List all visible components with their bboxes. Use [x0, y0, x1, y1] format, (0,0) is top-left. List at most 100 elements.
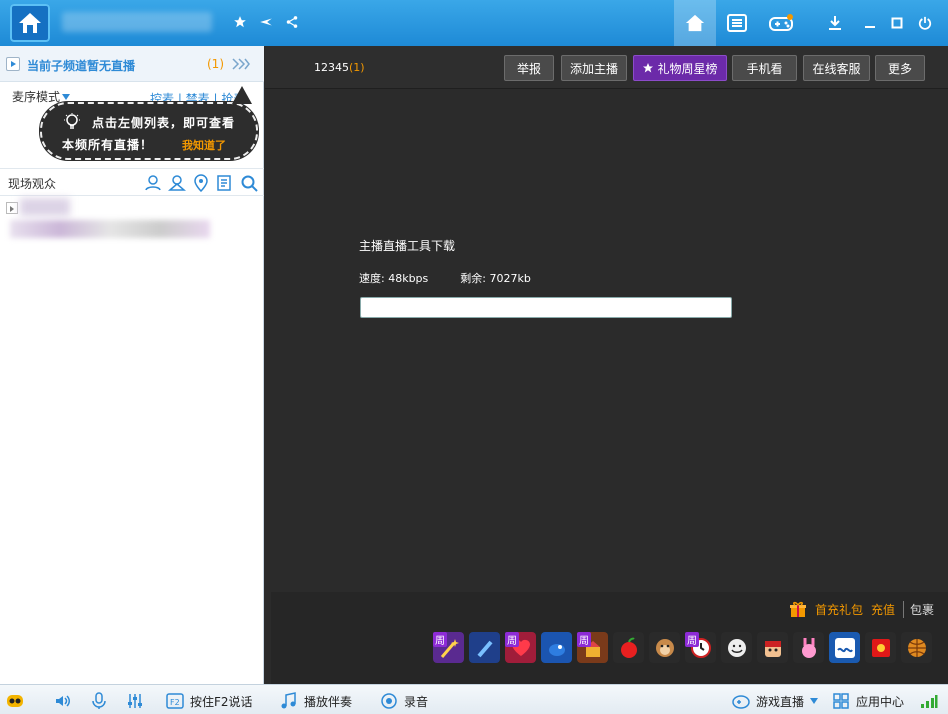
audience-list-item[interactable] — [0, 198, 264, 242]
avatar-mask-icon[interactable] — [6, 691, 24, 711]
first-recharge-link[interactable]: 首充礼包 — [815, 601, 863, 618]
audience-label: 现场观众 — [8, 177, 57, 191]
subchannel-bar[interactable]: 当前子频道暂无直播 (1) — [0, 46, 264, 82]
app-center-label: 应用中心 — [856, 694, 905, 709]
minimize-icon[interactable] — [860, 13, 880, 33]
nav-list-tab[interactable] — [716, 0, 758, 46]
record-label: 录音 — [404, 694, 429, 709]
lightbulb-icon — [64, 113, 80, 129]
speaker-icon[interactable] — [54, 691, 72, 711]
channel-title-blurred — [62, 12, 212, 32]
equalizer-icon[interactable] — [126, 691, 144, 711]
user-icon[interactable] — [144, 174, 162, 192]
maximize-icon[interactable] — [887, 13, 907, 33]
download-speed: 速度: 48kbps — [359, 272, 429, 285]
report-button[interactable]: 举报 — [504, 55, 554, 81]
gift-face-icon[interactable] — [721, 632, 752, 663]
note-list-icon[interactable] — [216, 174, 234, 192]
package-link[interactable]: 包裹 — [902, 600, 934, 618]
download-title: 主播直播工具下载 — [359, 239, 456, 253]
gift-rabbit-icon[interactable] — [793, 632, 824, 663]
chevron-down-icon[interactable] — [62, 94, 70, 100]
room-id: 12345(1) — [314, 61, 365, 74]
play-accompaniment-button[interactable]: 播放伴奏 — [280, 691, 352, 711]
push-to-talk-button[interactable]: F2 按住F2说话 — [166, 691, 253, 711]
record-button[interactable]: 录音 — [380, 691, 428, 711]
gift-wave-icon[interactable] — [829, 632, 860, 663]
tip-bubble: 点击左侧列表，即可查看 本频所有直播！ 我知道了 — [40, 86, 258, 160]
gift-pirate-icon[interactable] — [757, 632, 788, 663]
subchannel-status: 当前子频道暂无直播 — [27, 59, 136, 73]
subchannel-count: (1) — [207, 57, 224, 71]
gift-icons-row: 周 周 周 周 — [433, 632, 932, 663]
tip-text-line1: 点击左侧列表，即可查看 — [92, 116, 236, 130]
play-accompaniment-label: 播放伴奏 — [304, 694, 353, 709]
bottom-toolbar: F2 按住F2说话 播放伴奏 录音 游戏直播 应用中心 — [0, 684, 948, 714]
gift-links: 首充礼包 充值 包裹 — [789, 600, 934, 618]
download-remaining: 剩余: 7027kb — [460, 272, 531, 285]
title-bar — [0, 0, 948, 46]
tip-text-line2: 本频所有直播！ — [62, 138, 154, 152]
blurred-username — [20, 198, 70, 216]
location-icon[interactable] — [192, 174, 210, 192]
gift-rank-label: 礼物周星榜 — [657, 61, 718, 76]
gift-apple-icon[interactable] — [613, 632, 644, 663]
recharge-link[interactable]: 充值 — [871, 601, 895, 618]
plane-icon[interactable] — [256, 12, 276, 32]
app-center-button[interactable]: 应用中心 — [832, 691, 904, 711]
mobile-watch-button[interactable]: 手机看 — [732, 55, 797, 81]
yy-client-window: 当前子频道暂无直播 (1) 麦序模式 控麦 | 禁麦 | 抢麦 点击左侧列表，即… — [0, 0, 948, 714]
gift-ball-icon[interactable] — [901, 632, 932, 663]
gift-heart-icon[interactable]: 周 — [505, 632, 536, 663]
audience-header: 现场观众 — [0, 168, 264, 196]
record-icon — [381, 693, 397, 709]
game-live-label: 游戏直播 — [756, 694, 805, 709]
gift-magic-wand-icon[interactable]: 周 — [433, 632, 464, 663]
star-icon[interactable] — [230, 12, 250, 32]
game-controller-icon — [732, 695, 750, 709]
add-host-button[interactable]: 添加主播 — [561, 55, 627, 81]
more-button[interactable]: 更多 — [875, 55, 925, 81]
gift-castle-icon[interactable]: 周 — [577, 632, 608, 663]
tip-dismiss-link[interactable]: 我知道了 — [182, 137, 226, 153]
power-icon[interactable] — [915, 13, 935, 33]
share-icon[interactable] — [282, 12, 302, 32]
signal-strength-icon — [920, 691, 938, 711]
game-live-dropdown[interactable]: 游戏直播 — [732, 691, 819, 711]
room-online-count: (1) — [349, 61, 365, 74]
svg-text:F2: F2 — [170, 698, 180, 707]
f2-key-icon: F2 — [166, 693, 184, 709]
gift-redpacket-icon[interactable] — [865, 632, 896, 663]
list-icon — [727, 14, 747, 32]
download-progress-bar — [360, 297, 732, 318]
room-toolbar: 12345(1) 举报 添加主播 礼物周星榜 手机看 在线客服 更多 — [265, 46, 948, 89]
chevron-down-icon — [810, 698, 819, 704]
microphone-icon[interactable] — [90, 691, 108, 711]
expand-double-chevron-icon[interactable] — [232, 58, 250, 70]
gift-box-icon — [789, 601, 806, 617]
blurred-user-details — [10, 220, 210, 238]
main-stage: 12345(1) 举报 添加主播 礼物周星榜 手机看 在线客服 更多 主播直播工… — [265, 46, 948, 684]
download-icon[interactable] — [825, 13, 845, 33]
online-service-button[interactable]: 在线客服 — [803, 55, 870, 81]
push-to-talk-label: 按住F2说话 — [190, 694, 253, 709]
play-icon[interactable] — [6, 57, 20, 71]
grid-icon — [833, 693, 849, 709]
expand-arrow-icon[interactable] — [6, 202, 18, 214]
nav-home-tab[interactable] — [674, 0, 716, 46]
search-icon[interactable] — [240, 174, 258, 192]
star-icon — [643, 63, 654, 73]
users-icon[interactable] — [168, 174, 186, 192]
mic-mode-dropdown[interactable]: 麦序模式 — [12, 88, 60, 105]
gift-bird-icon[interactable] — [541, 632, 572, 663]
tip-pointer — [232, 86, 252, 104]
music-note-icon — [281, 692, 296, 709]
gift-monkey-icon[interactable] — [649, 632, 680, 663]
nav-game-tab[interactable] — [760, 0, 802, 46]
gamepad-icon — [769, 14, 793, 31]
home-logo-icon[interactable] — [10, 4, 50, 42]
gift-pen-icon[interactable] — [469, 632, 500, 663]
home-icon — [685, 14, 705, 32]
gift-rank-button[interactable]: 礼物周星榜 — [633, 55, 727, 81]
gift-clock-icon[interactable]: 周 — [685, 632, 716, 663]
